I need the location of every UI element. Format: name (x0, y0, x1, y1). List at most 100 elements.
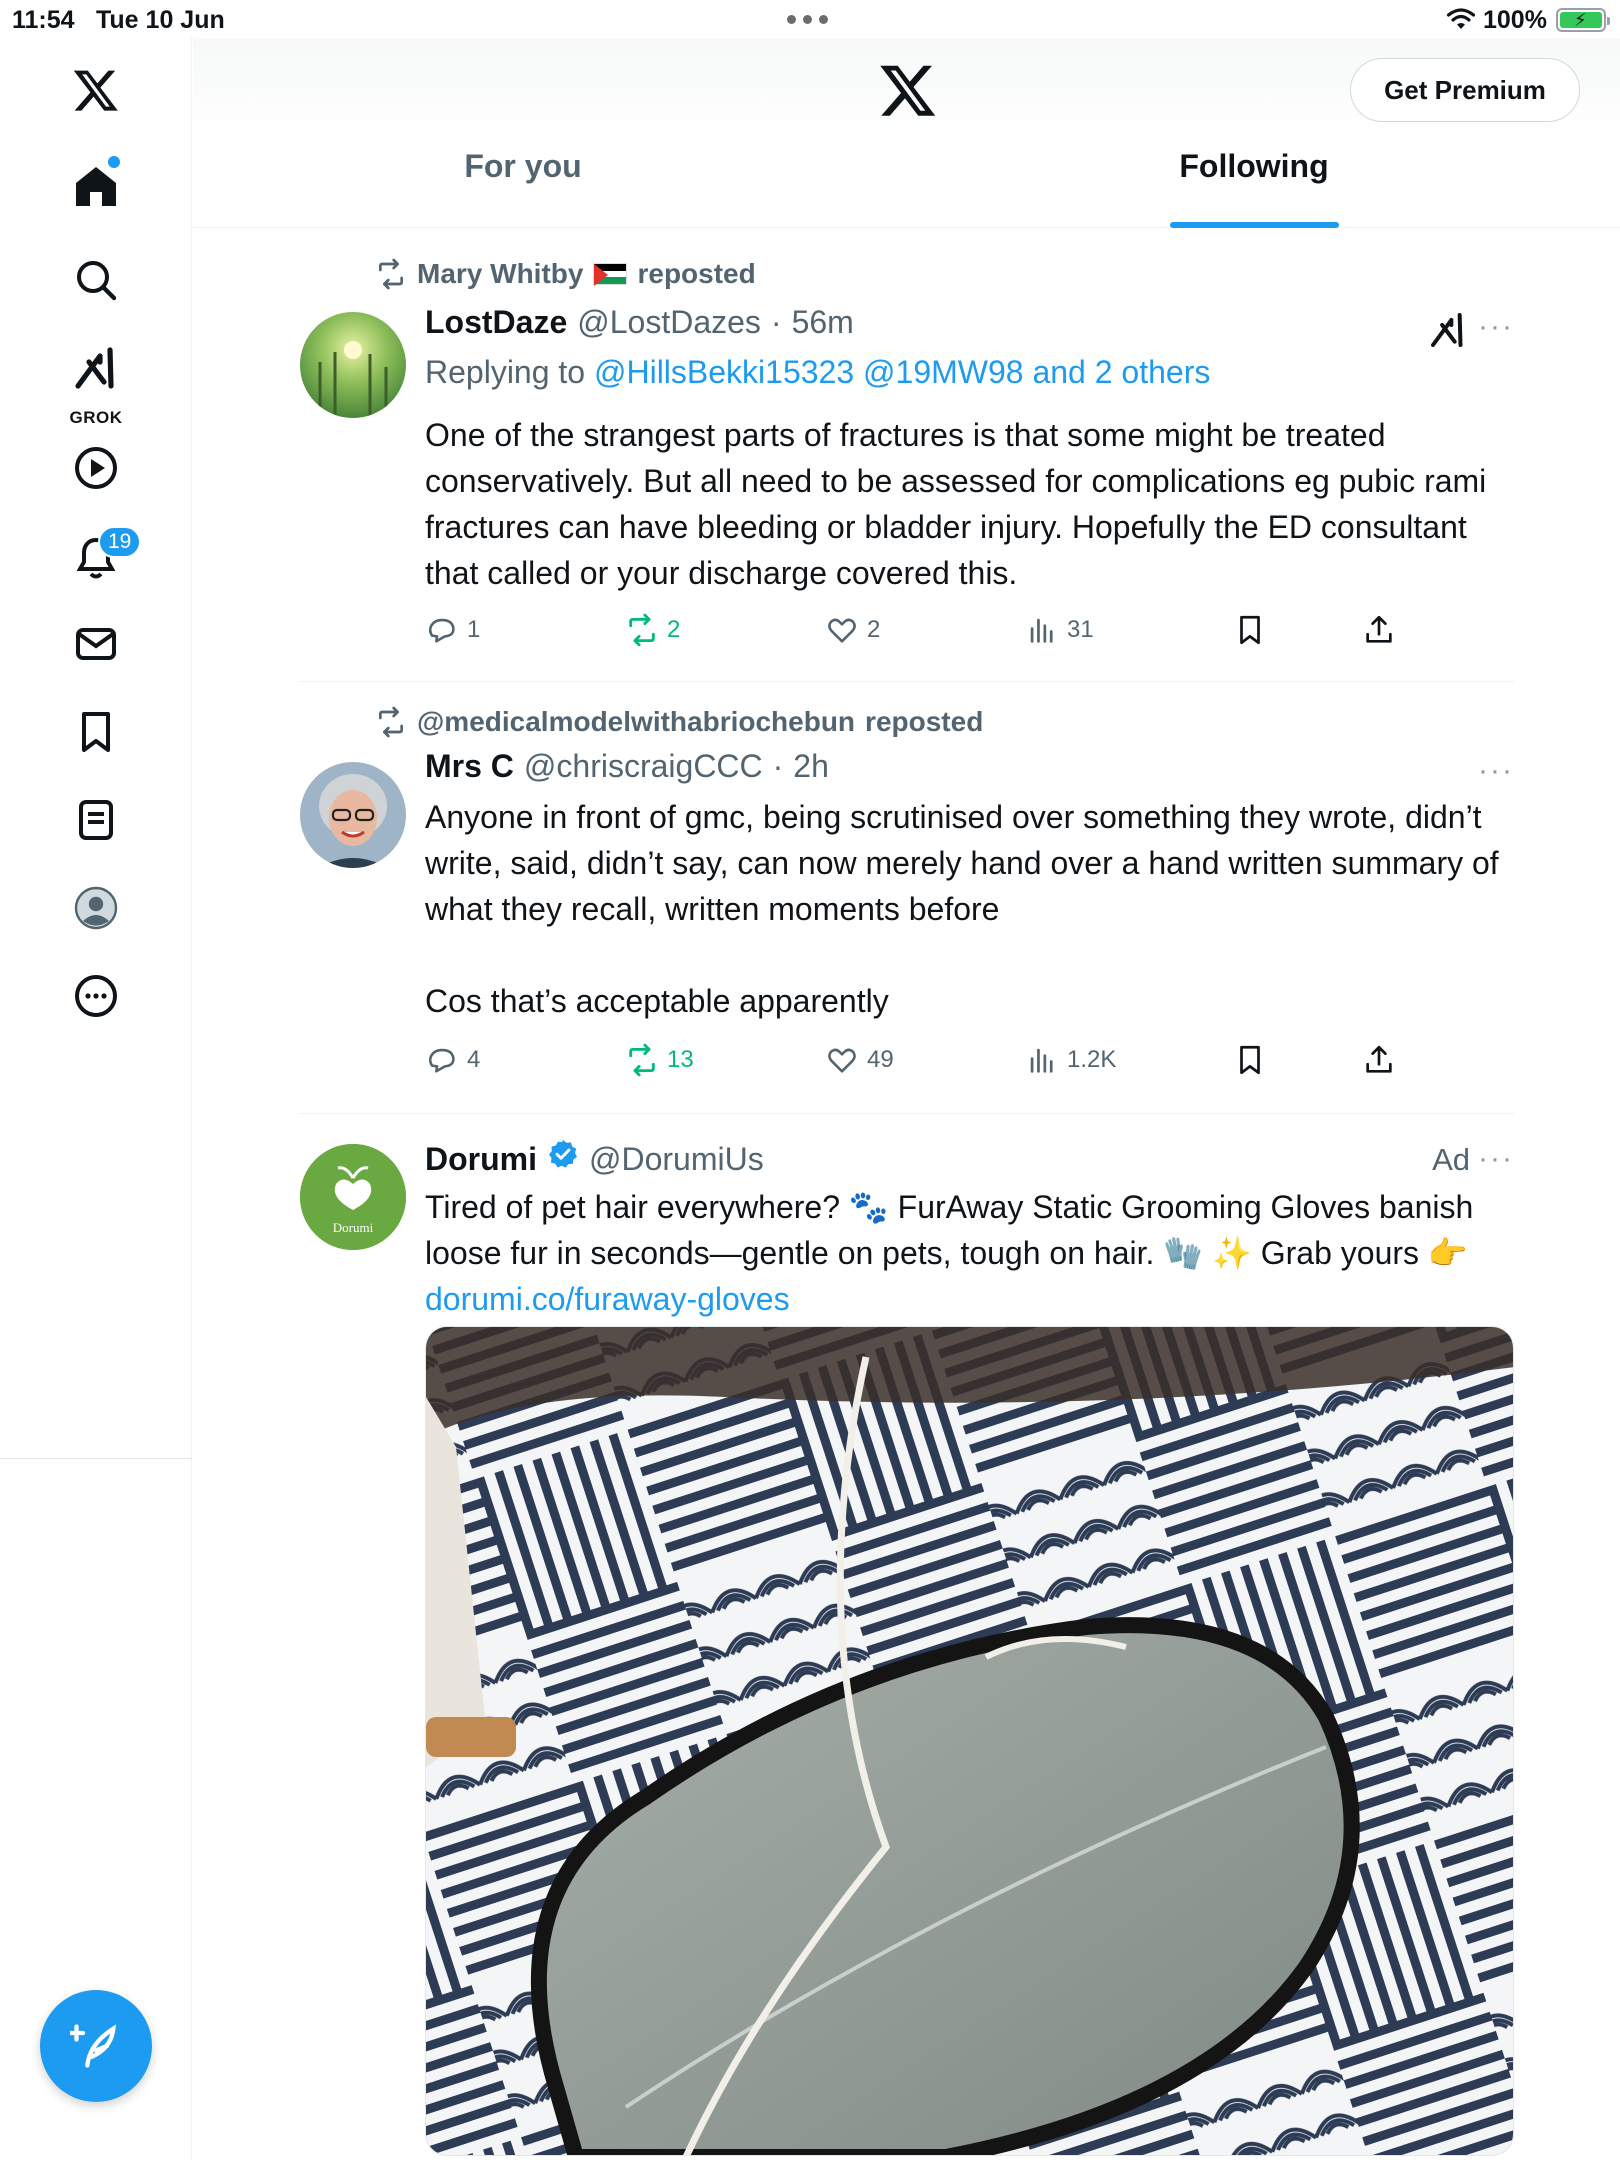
reply-count: 1 (467, 616, 481, 643)
bookmarks-icon[interactable] (56, 692, 136, 772)
tab-following[interactable]: Following (1159, 148, 1349, 228)
views-icon (1030, 1048, 1053, 1073)
post-time[interactable]: 2h (793, 748, 829, 785)
post-mrs-c[interactable]: @medicalmodelwithabriochebun reposted Mr… (300, 682, 1514, 1114)
notifications-icon[interactable]: 19 (56, 518, 142, 598)
post-more-icon[interactable]: ··· (1478, 310, 1514, 344)
like-button[interactable]: 49 (825, 1043, 894, 1077)
ad-video-media[interactable] (425, 1326, 1514, 2156)
post-text: One of the strangest parts of fractures … (425, 417, 1487, 591)
views-icon (1030, 618, 1053, 643)
more-icon[interactable] (56, 956, 136, 1036)
post-text-paragraph: Cos that’s acceptable apparently (425, 983, 889, 1019)
post-author: Mrs C @chriscraigCCC · 2h (425, 748, 829, 785)
like-count: 49 (867, 1046, 894, 1073)
post-time[interactable]: 56m (792, 304, 854, 341)
avatar[interactable]: Dorumi (300, 1144, 406, 1250)
home-icon[interactable] (56, 146, 136, 226)
bookmark-icon (1240, 615, 1260, 645)
author-handle[interactable]: @LostDazes (577, 304, 761, 341)
repost-icon (379, 258, 403, 290)
avatar[interactable] (300, 762, 406, 868)
wifi-icon (1446, 8, 1476, 29)
author-name[interactable]: LostDaze (425, 304, 567, 341)
like-count: 2 (867, 616, 881, 643)
repost-context: Mary Whitby reposted (375, 258, 756, 290)
views-button[interactable]: 31 (1025, 613, 1094, 647)
view-count: 31 (1067, 616, 1094, 643)
compose-post-button[interactable] (40, 1990, 152, 2102)
repost-suffix: reposted (865, 706, 984, 737)
reply-button[interactable]: 4 (425, 1043, 480, 1077)
status-time: 11:54 (12, 6, 75, 34)
x-logo-icon (880, 65, 936, 116)
bookmark-button[interactable] (1233, 1043, 1267, 1077)
reply-context: Replying to @HillsBekki15323 @19MW98 and… (425, 354, 1210, 391)
post-dorumi-ad[interactable]: Dorumi Dorumi @DorumiUs Ad ··· Tired of … (300, 1114, 1514, 2160)
repost-by-name[interactable]: @medicalmodelwithabriochebun (417, 706, 855, 738)
reply-prefix: Replying to (425, 354, 586, 390)
like-button[interactable]: 2 (825, 613, 880, 647)
multitasking-dots-icon[interactable] (787, 15, 833, 25)
grok-icon[interactable]: GROK (56, 328, 136, 428)
post-actions: 1 2 2 31 (425, 613, 1425, 653)
messages-icon[interactable] (56, 604, 136, 684)
author-handle[interactable]: @chriscraigCCC (524, 748, 763, 785)
repost-count: 2 (667, 616, 681, 643)
repost-icon (629, 613, 655, 647)
author-handle[interactable]: @DorumiUs (589, 1141, 764, 1178)
grok-label: GROK (69, 408, 123, 427)
repost-icon (379, 706, 403, 738)
reply-to-links[interactable]: @HillsBekki15323 @19MW98 and 2 others (594, 354, 1210, 390)
bookmark-icon (1240, 1045, 1260, 1075)
video-icon[interactable] (56, 428, 136, 508)
tab-for-you[interactable]: For you (423, 148, 623, 228)
post-text: Anyone in front of gmc, being scrutinise… (425, 794, 1505, 1024)
profile-icon[interactable] (56, 868, 136, 948)
reply-icon (428, 1048, 455, 1073)
notification-count-badge: 19 (98, 526, 142, 558)
grok-explain-icon[interactable] (1428, 310, 1468, 350)
ad-link[interactable]: dorumi.co/furaway-gloves (425, 1281, 790, 1317)
reply-count: 4 (467, 1046, 481, 1073)
views-button[interactable]: 1.2K (1025, 1043, 1116, 1077)
lists-icon[interactable] (56, 780, 136, 860)
repost-context: @medicalmodelwithabriochebun reposted (375, 706, 983, 738)
repost-button[interactable]: 2 (625, 613, 680, 647)
home-unread-dot (108, 156, 120, 168)
reply-icon (428, 618, 455, 643)
repost-button[interactable]: 13 (625, 1043, 694, 1077)
active-tab-indicator (1170, 222, 1339, 228)
rail-divider (0, 1458, 192, 1459)
ad-label: Ad (1432, 1142, 1470, 1177)
share-icon (1366, 615, 1392, 643)
share-button[interactable] (1362, 1043, 1396, 1077)
share-icon (1366, 1045, 1392, 1073)
reply-button[interactable]: 1 (425, 613, 480, 647)
view-count: 1.2K (1067, 1046, 1117, 1073)
author-name[interactable]: Mrs C (425, 748, 514, 785)
post-more-icon[interactable]: ··· (1478, 1142, 1514, 1176)
get-premium-button[interactable]: Get Premium (1350, 58, 1580, 122)
timeline-feed: Mary Whitby reposted LostDaze @LostDazes… (300, 230, 1514, 2160)
repost-icon (629, 1043, 655, 1077)
repost-suffix: reposted (637, 258, 756, 289)
post-more-icon[interactable]: ··· (1478, 754, 1514, 788)
battery-icon: ⚡ (1556, 8, 1610, 32)
share-button[interactable] (1362, 613, 1396, 647)
bookmark-button[interactable] (1233, 613, 1267, 647)
post-text-paragraph: Anyone in front of gmc, being scrutinise… (425, 799, 1499, 927)
x-logo-icon[interactable] (56, 50, 136, 130)
search-icon[interactable] (56, 240, 136, 320)
dot-separator: · (772, 748, 784, 784)
repost-by-name[interactable]: Mary Whitby (417, 258, 583, 290)
post-lostdaze[interactable]: Mary Whitby reposted LostDaze @LostDazes… (300, 230, 1514, 682)
heart-icon (828, 618, 856, 643)
author-name[interactable]: Dorumi (425, 1141, 537, 1178)
post-author: LostDaze @LostDazes · 56m (425, 304, 854, 341)
dot-separator: · (770, 304, 782, 340)
avatar[interactable] (300, 312, 406, 418)
repost-count: 13 (667, 1046, 694, 1073)
avatar-text: Dorumi (333, 1220, 374, 1235)
status-date: Tue 10 Jun (96, 6, 225, 34)
